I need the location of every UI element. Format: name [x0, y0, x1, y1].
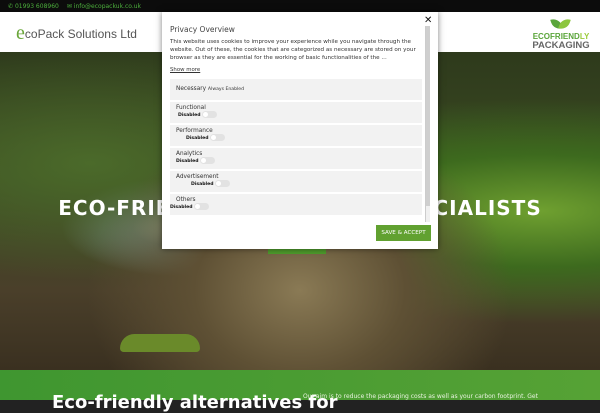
intro-heading: Eco-friendly alternatives for [52, 392, 338, 413]
logo-text: coPack Solutions Ltd [24, 26, 137, 41]
cookie-category-analytics[interactable]: Analytics Disabled [170, 148, 422, 169]
category-status: Disabled [191, 182, 214, 187]
category-label: Advertisement [176, 174, 219, 180]
modal-title: Privacy Overview [170, 25, 235, 34]
functional-toggle[interactable] [202, 111, 218, 118]
ecofriendly-packaging-badge: ECOFRIENDLY PACKAGING [530, 16, 592, 51]
top-bar: ✆ 01993 608960 ✉ info@ecopackuk.co.uk [0, 0, 600, 12]
cookie-category-advertisement[interactable]: Advertisement Disabled [170, 171, 422, 192]
category-label: Necessary [176, 86, 207, 92]
cookie-category-performance[interactable]: Performance Disabled [170, 125, 422, 146]
performance-toggle[interactable] [210, 134, 226, 141]
ecopack-logo[interactable]: e coPack Solutions Ltd [16, 22, 137, 45]
advertisement-toggle[interactable] [215, 180, 231, 187]
category-label: Others [176, 197, 196, 203]
intro-text: Our aim is to reduce the packaging costs… [303, 393, 538, 400]
email-address: info@ecopackuk.co.uk [73, 2, 142, 10]
category-status: Disabled [186, 136, 209, 141]
logo-mark: e [16, 22, 25, 44]
modal-scrollbar[interactable] [425, 26, 430, 222]
scrollbar-thumb[interactable] [426, 26, 430, 206]
save-accept-button[interactable]: SAVE & ACCEPT [376, 225, 431, 241]
show-more-link[interactable]: Show more [170, 67, 432, 73]
cookie-category-necessary[interactable]: Necessary Always Enabled [170, 79, 422, 100]
cookie-settings-modal: ✕ Privacy Overview This website uses coo… [162, 12, 438, 249]
phone-link[interactable]: ✆ 01993 608960 [8, 3, 59, 10]
email-link[interactable]: ✉ info@ecopackuk.co.uk [67, 3, 141, 10]
cookie-category-others[interactable]: Others Disabled [170, 194, 422, 215]
category-status: Always Enabled [207, 87, 245, 92]
others-toggle[interactable] [194, 203, 210, 210]
phone-number: 01993 608960 [14, 2, 59, 10]
cookie-category-functional[interactable]: Functional Disabled [170, 102, 422, 123]
analytics-toggle[interactable] [200, 157, 216, 164]
category-status: Disabled [176, 159, 199, 164]
category-status: Disabled [178, 113, 201, 118]
intro-band: Eco-friendly alternatives for Our aim is… [0, 370, 600, 413]
category-status: Disabled [170, 205, 193, 210]
modal-description: This website uses cookies to improve you… [170, 39, 416, 61]
modal-scroll-area[interactable]: Privacy Overview This website uses cooki… [170, 20, 432, 220]
leaf-icon [550, 16, 571, 32]
mossy-rock [120, 334, 200, 352]
badge-text-2: PACKAGING [532, 40, 590, 51]
